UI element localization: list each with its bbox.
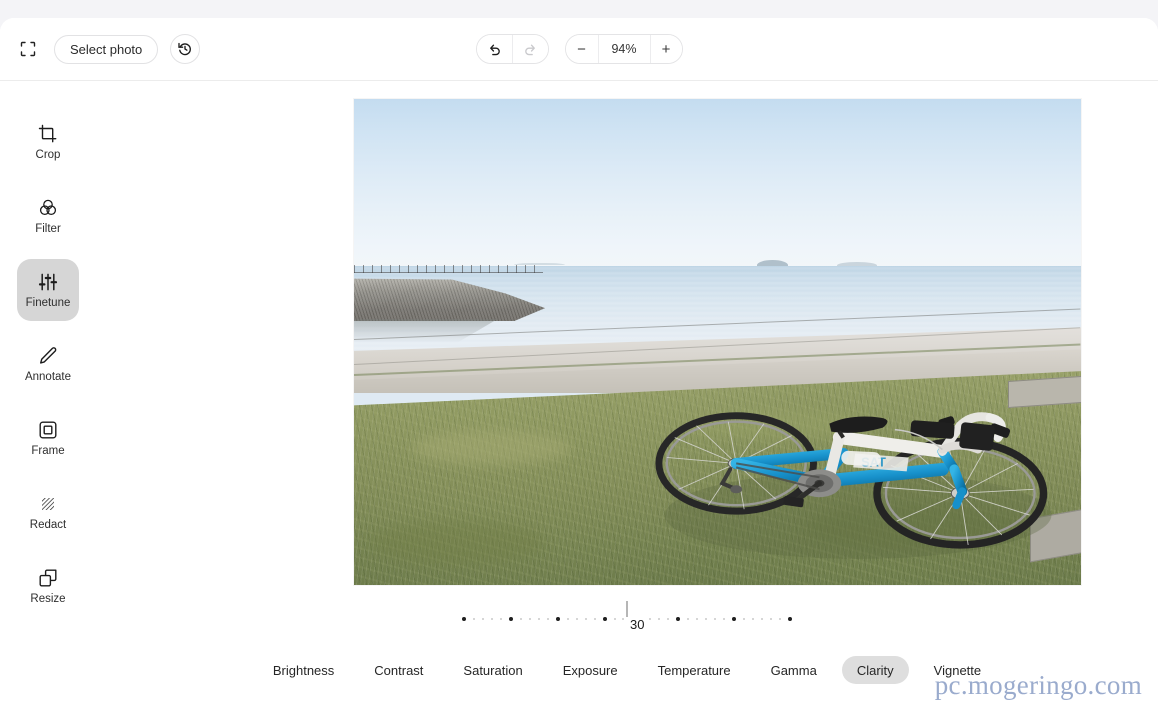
tool-sidebar: Crop Filter Finetune Annotate Frame Reda…	[0, 81, 96, 707]
tab-label: Exposure	[562, 662, 618, 678]
slider-tick	[555, 617, 560, 621]
value-slider[interactable]: 30	[96, 581, 1158, 643]
expand-icon[interactable]	[14, 35, 42, 63]
sidebar-item-redact[interactable]: Redact	[17, 481, 79, 543]
slider-tick	[778, 618, 781, 620]
zoom-level-value: 94%	[597, 35, 650, 63]
slider-tick	[602, 617, 607, 621]
slider-tick	[723, 618, 726, 620]
slider-tick	[462, 617, 466, 621]
filter-icon	[37, 197, 59, 219]
pencil-icon	[37, 345, 59, 367]
slider-tick	[584, 618, 587, 620]
sidebar-item-label: Redact	[29, 518, 67, 531]
tab-clarity[interactable]: Clarity	[841, 656, 909, 684]
history-revert-icon[interactable]	[170, 34, 201, 64]
sidebar-item-finetune[interactable]: Finetune	[17, 259, 79, 321]
slider-tick	[743, 618, 746, 620]
sidebar-item-resize[interactable]: Resize	[17, 555, 79, 617]
photo-sky	[354, 99, 1081, 267]
sidebar-item-label: Finetune	[25, 296, 71, 309]
photo-breakwater-railing	[354, 272, 544, 274]
slider-tick	[696, 618, 699, 620]
slider-tick	[566, 618, 569, 620]
sidebar-item-label: Crop	[35, 148, 61, 161]
slider-tick	[537, 618, 540, 620]
photo-canvas[interactable]: SAT	[354, 99, 1081, 585]
photo-grass-patch	[412, 431, 573, 466]
sidebar-item-filter[interactable]: Filter	[17, 185, 79, 247]
resize-icon	[37, 567, 59, 589]
toolbar-left-group: Select photo	[14, 18, 201, 80]
slider-tick	[769, 618, 772, 620]
tab-label: Saturation	[463, 662, 523, 678]
slider-tick	[787, 617, 792, 621]
slider-tick	[481, 618, 484, 620]
tab-exposure[interactable]: Exposure	[548, 656, 633, 684]
slider-needle	[626, 601, 628, 617]
select-photo-button[interactable]: Select photo	[54, 34, 159, 64]
tab-label: Brightness	[272, 662, 335, 678]
slider-tick	[528, 618, 531, 620]
slider-tick	[519, 618, 522, 620]
slider-tick	[472, 618, 475, 620]
slider-tick	[714, 618, 717, 620]
tab-label: Clarity	[856, 662, 894, 678]
slider-value: 30	[628, 617, 647, 632]
toolbar: Select photo − 94% +	[0, 18, 1158, 81]
slider-tick	[658, 618, 661, 620]
redact-icon	[37, 493, 59, 515]
sidebar-item-frame[interactable]: Frame	[17, 407, 79, 469]
tab-saturation[interactable]: Saturation	[448, 656, 537, 684]
slider-tick	[508, 617, 513, 621]
watermark: pc.mogeringo.com	[934, 670, 1142, 700]
slider-tick	[499, 618, 502, 620]
slider-tick	[613, 618, 616, 620]
zoom-out-button[interactable]: −	[565, 35, 598, 63]
editor-window: Select photo − 94% + Crop Filter Finetun…	[0, 18, 1158, 707]
slider-tick	[732, 617, 737, 621]
sidebar-item-crop[interactable]: Crop	[17, 111, 79, 173]
crop-icon	[37, 123, 59, 145]
slider-tick	[546, 618, 549, 620]
frame-icon	[37, 419, 59, 441]
slider-tick	[676, 617, 681, 621]
history-controls	[475, 34, 549, 64]
slider-tick	[490, 618, 493, 620]
redo-icon[interactable]	[511, 35, 548, 63]
tab-label: Gamma	[770, 662, 817, 678]
sidebar-item-label: Annotate	[24, 370, 72, 383]
slider-tick	[649, 618, 652, 620]
slider-tick	[575, 618, 578, 620]
photo-bicycle: SAT	[645, 366, 1081, 585]
slider-tick	[705, 618, 708, 620]
tab-label: Temperature	[657, 662, 731, 678]
tab-contrast[interactable]: Contrast	[359, 656, 438, 684]
slider-tick	[761, 618, 763, 620]
finetune-icon	[37, 271, 59, 293]
zoom-in-button[interactable]: +	[649, 35, 682, 63]
photo-grass-patch	[368, 520, 543, 564]
select-photo-label: Select photo	[70, 41, 143, 57]
tab-gamma[interactable]: Gamma	[756, 656, 832, 684]
slider-tick	[687, 618, 690, 620]
slider-tick	[752, 618, 755, 620]
tab-label: Contrast	[374, 662, 424, 678]
tab-temperature[interactable]: Temperature	[643, 656, 746, 684]
zoom-controls: − 94% +	[564, 34, 683, 64]
sidebar-item-label: Filter	[35, 222, 61, 235]
sidebar-item-label: Resize	[30, 592, 66, 605]
sidebar-item-annotate[interactable]: Annotate	[17, 333, 79, 395]
undo-icon[interactable]	[476, 35, 512, 63]
tab-brightness[interactable]: Brightness	[258, 656, 349, 684]
sidebar-item-label: Frame	[31, 444, 65, 457]
slider-tick	[622, 618, 625, 620]
slider-tick	[593, 618, 596, 620]
slider-tick	[667, 618, 670, 620]
photo-image: SAT	[354, 99, 1081, 585]
